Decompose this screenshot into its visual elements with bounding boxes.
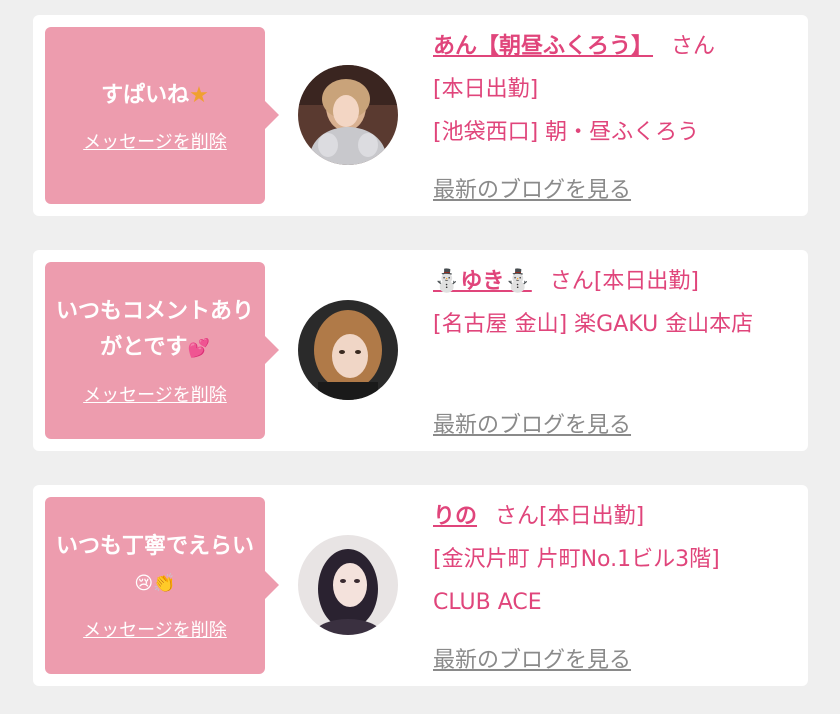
shop-location: [池袋西口] 朝・昼ふくろう [433, 120, 700, 145]
cast-info: ⛄ゆき⛄ さん[本日出勤] [名古屋 金山] 楽GAKU 金山本店 [433, 260, 783, 346]
avatar-image [298, 65, 398, 165]
cast-info: りの さん[本日出勤] [金沢片町 片町No.1ビル3階] CLUB ACE [433, 495, 783, 624]
star-icon: ★ [189, 82, 209, 108]
honorific: さん [495, 504, 540, 529]
avatar[interactable] [298, 535, 398, 635]
cast-name-link[interactable]: あん【朝昼ふくろう】 [433, 34, 653, 59]
cast-info: あん【朝昼ふくろう】 さん [本日出勤] [池袋西口] 朝・昼ふくろう [433, 25, 783, 154]
message-text: いつも丁寧でえらい [55, 534, 254, 559]
shop-location: [名古屋 金山] 楽GAKU 金山本店 [433, 312, 754, 337]
shop-location: [金沢片町 片町No.1ビル3階] CLUB ACE [433, 547, 720, 615]
avatar-image [298, 535, 398, 635]
message-card: いつも丁寧でえらい 😢👏 メッセージを削除 りの さん[本日出勤] [金沢片町 片町… [33, 485, 808, 686]
work-status: [本日出勤] [593, 269, 699, 294]
crying-clapping-icon: 😢👏 [134, 573, 176, 594]
hearts-icon: 💕 [187, 338, 210, 359]
work-status: [本日出勤] [433, 77, 539, 102]
work-status: [本日出勤] [539, 504, 645, 529]
honorific: さん [549, 269, 594, 294]
honorific: さん [671, 34, 716, 59]
latest-blog-link[interactable]: 最新のブログを見る [433, 172, 631, 204]
avatar-image [298, 300, 398, 400]
message-card: いつもコメントありがとです💕 メッセージを削除 ⛄ゆき⛄ さん[本日出勤] [名古… [33, 250, 808, 451]
message-text-wrap: いつも丁寧でえらい 😢👏 [55, 529, 255, 602]
latest-blog-link[interactable]: 最新のブログを見る [433, 642, 631, 674]
message-bubble: いつもコメントありがとです💕 メッセージを削除 [45, 262, 279, 439]
cast-name-link[interactable]: ⛄ゆき⛄ [433, 269, 532, 294]
delete-message-link[interactable]: メッセージを削除 [83, 128, 227, 154]
avatar[interactable] [298, 300, 398, 400]
delete-message-link[interactable]: メッセージを削除 [83, 616, 227, 642]
message-bubble: すぱいね★ メッセージを削除 [45, 27, 279, 204]
message-bubble: いつも丁寧でえらい 😢👏 メッセージを削除 [45, 497, 279, 674]
delete-message-link[interactable]: メッセージを削除 [83, 381, 227, 407]
latest-blog-link[interactable]: 最新のブログを見る [433, 407, 631, 439]
message-card: すぱいね★ メッセージを削除 あん【朝昼ふくろう】 さん [本日出勤] [池袋西口… [33, 15, 808, 216]
avatar[interactable] [298, 65, 398, 165]
message-text: すぱいね [101, 82, 190, 108]
cast-name-link[interactable]: りの [433, 504, 477, 529]
message-list: すぱいね★ メッセージを削除 あん【朝昼ふくろう】 さん [本日出勤] [池袋西口… [0, 0, 840, 714]
message-text-wrap: すぱいね★ [101, 78, 209, 114]
message-text: いつもコメントありがとです [55, 299, 254, 360]
message-text-wrap: いつもコメントありがとです💕 [55, 294, 255, 367]
